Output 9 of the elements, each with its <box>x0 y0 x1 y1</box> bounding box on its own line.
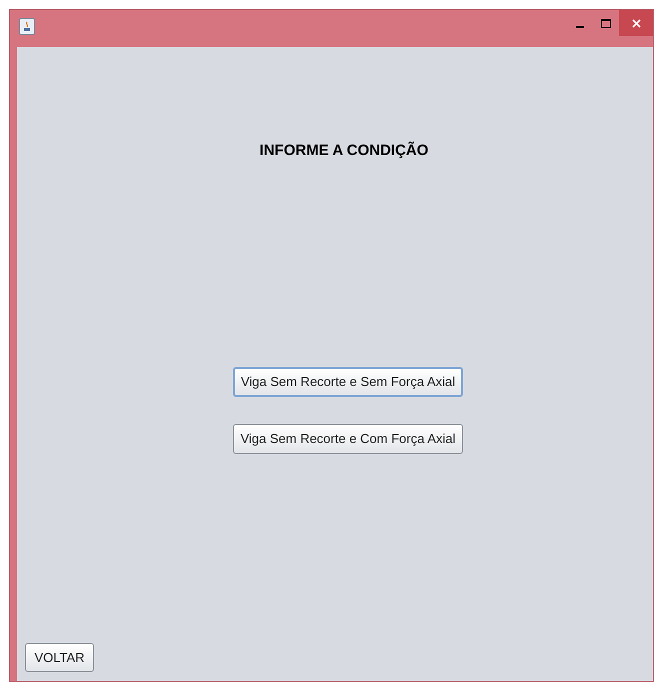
close-button[interactable] <box>619 10 653 36</box>
option-button[interactable]: Viga Sem Recorte e Com Força Axial <box>233 424 463 454</box>
close-icon <box>632 18 640 28</box>
java-cup-icon <box>19 18 35 35</box>
heading: INFORME A CONDIÇÃO <box>260 140 428 161</box>
option-button[interactable]: Viga Sem Recorte e Sem Força Axial <box>233 366 463 396</box>
maximize-icon <box>601 18 611 28</box>
minimize-icon <box>576 26 584 28</box>
back-button[interactable]: VOLTAR <box>25 643 94 672</box>
